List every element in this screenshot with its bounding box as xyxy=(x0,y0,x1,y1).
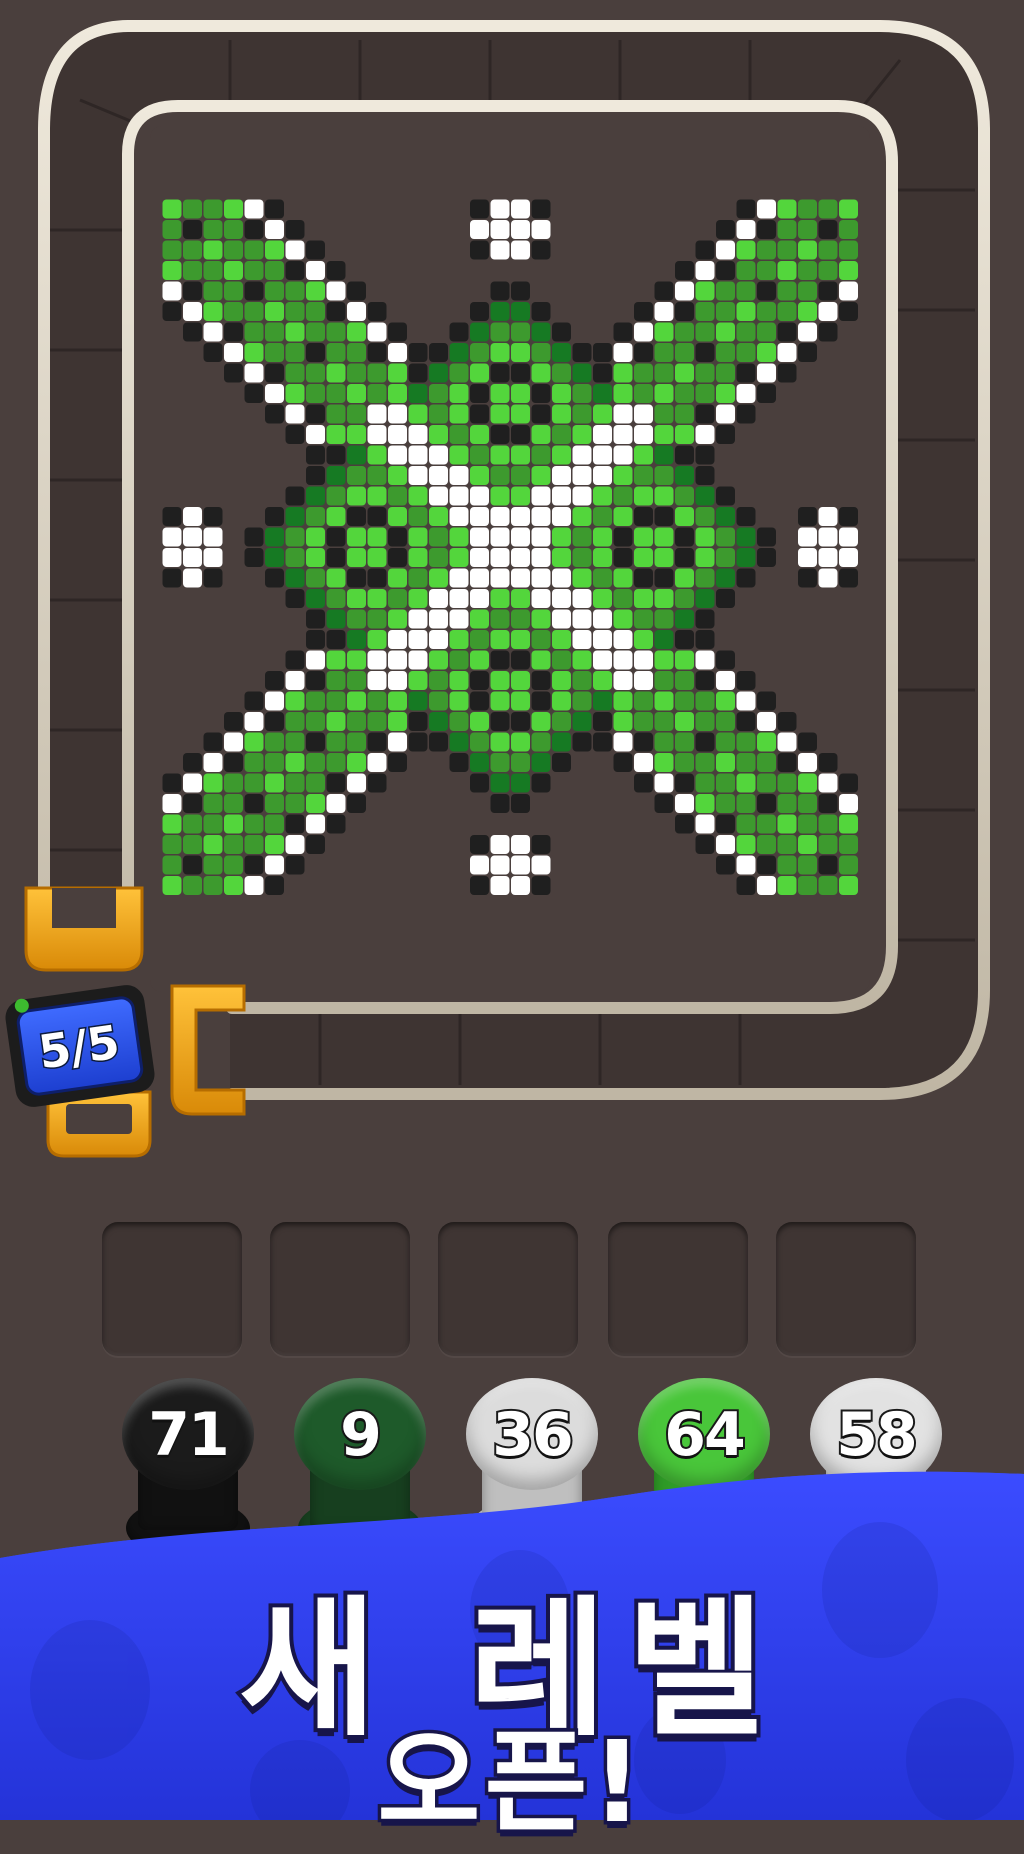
banner-overlay xyxy=(0,1471,1024,1820)
banner-subtitle: 오픈! xyxy=(374,1715,647,1852)
